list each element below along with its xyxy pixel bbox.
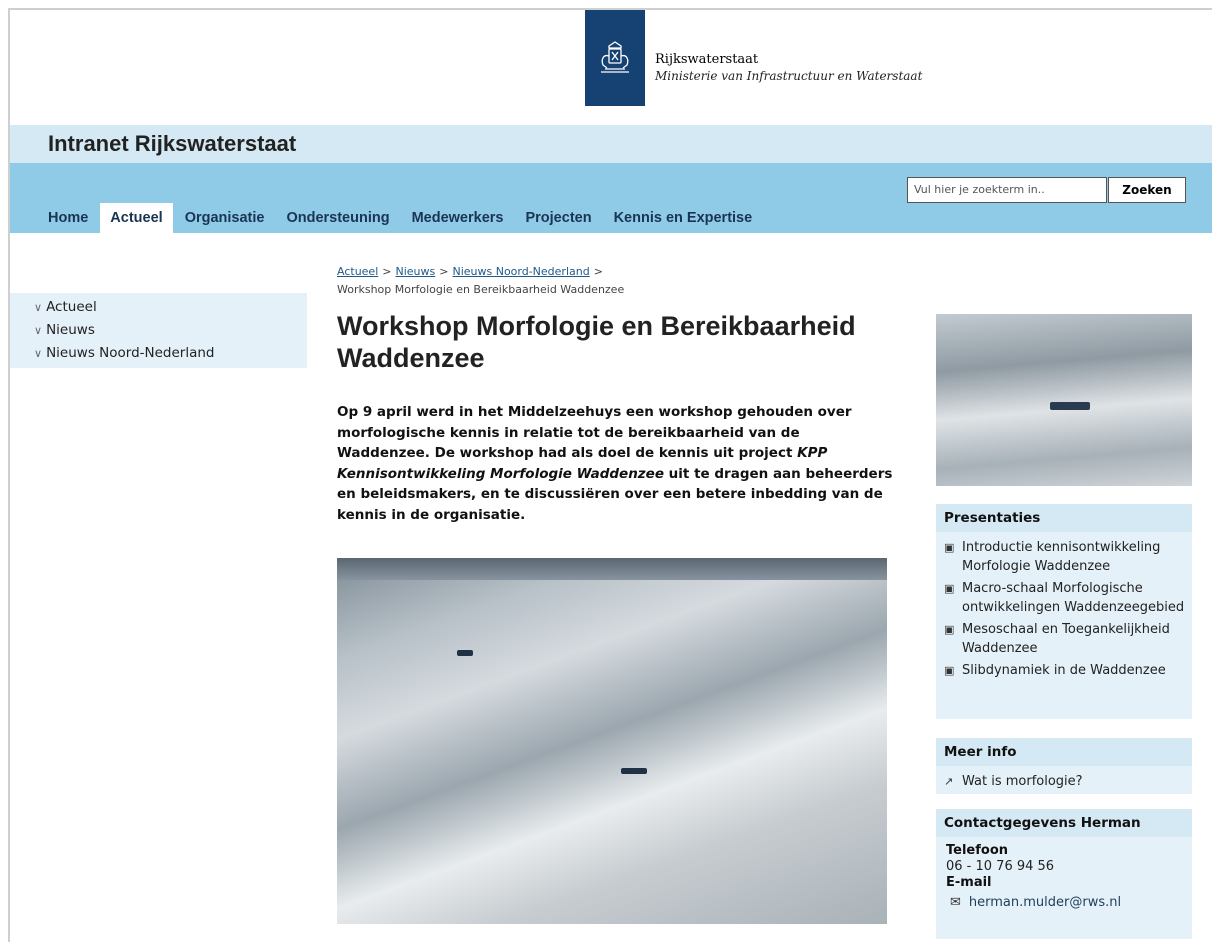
org-name: Rijkswaterstaat	[655, 52, 759, 67]
breadcrumb-link-nieuws-noord-nederland[interactable]: Nieuws Noord-Nederland	[452, 265, 589, 278]
phone-label: Telefoon	[946, 843, 1009, 858]
ship-shape	[457, 650, 473, 656]
nav-items: Home Actueel Organisatie Ondersteuning M…	[38, 203, 764, 233]
sidebar-item-label: Nieuws	[46, 322, 95, 338]
contact-box: Contactgegevens Herman Telefoon 06 - 10 …	[936, 809, 1192, 939]
shoreline-shape	[337, 558, 887, 580]
external-link-label: Wat is morfologie?	[962, 774, 1083, 789]
nav-item-organisatie[interactable]: Organisatie	[175, 203, 275, 233]
nav-item-medewerkers[interactable]: Medewerkers	[402, 203, 514, 233]
chevron-down-icon: ∨	[34, 347, 43, 360]
contact-title: Contactgegevens Herman	[936, 809, 1192, 837]
ppt-file-icon: ▣	[944, 623, 955, 636]
site-header: Rijkswaterstaat Ministerie van Infrastru…	[10, 10, 1212, 125]
presentaties-box: Presentaties ▣ Introductie kennisontwikke…	[936, 504, 1192, 719]
presentation-link[interactable]: ▣ Slibdynamiek in de Waddenzee	[944, 661, 1188, 680]
breadcrumb-separator-icon: >	[439, 265, 449, 278]
presentation-link[interactable]: ▣ Macro-schaal Morfologische ontwikkeling…	[944, 579, 1188, 617]
presentaties-title: Presentaties	[936, 504, 1192, 532]
envelope-icon: ✉	[950, 895, 961, 910]
royal-crest-icon	[601, 41, 629, 73]
page-title: Workshop Morfologie en Bereikbaarheid Wa…	[337, 311, 856, 373]
sidebar-item-label: Nieuws Noord-Nederland	[46, 345, 215, 361]
sidebar-item-actueel[interactable]: ∨ Actueel	[34, 296, 307, 319]
nav-item-projecten[interactable]: Projecten	[515, 203, 601, 233]
page-frame: Rijkswaterstaat Ministerie van Infrastru…	[8, 8, 1212, 942]
presentation-link[interactable]: ▣ Introductie kennisontwikkeling Morfolog…	[944, 538, 1188, 576]
nav-item-actueel[interactable]: Actueel	[100, 203, 173, 233]
breadcrumb-separator-icon: >	[593, 265, 603, 278]
chevron-down-icon: ∨	[34, 324, 43, 337]
main-aerial-photo	[337, 558, 887, 924]
nav-item-kennis-en-expertise[interactable]: Kennis en Expertise	[604, 203, 763, 233]
presentation-link[interactable]: ▣ Mesoschaal en Toegankelijkheid Waddenze…	[944, 620, 1188, 658]
external-link[interactable]: ↗ Wat is morfologie?	[944, 772, 1188, 791]
ppt-file-icon: ▣	[944, 664, 955, 677]
site-title[interactable]: Intranet Rijkswaterstaat	[48, 131, 296, 157]
presentation-label: Introductie kennisontwikkeling Morfologi…	[962, 540, 1161, 574]
meer-info-title: Meer info	[936, 738, 1192, 766]
ppt-file-icon: ▣	[944, 541, 955, 554]
email-link[interactable]: ✉ herman.mulder@rws.nl	[946, 895, 1182, 911]
logo-text: Rijkswaterstaat Ministerie van Infrastru…	[655, 52, 922, 84]
nav-item-ondersteuning[interactable]: Ondersteuning	[276, 203, 399, 233]
ship-shape	[621, 768, 647, 774]
logo[interactable]	[585, 10, 645, 106]
presentation-label: Macro-schaal Morfologische ontwikkelinge…	[962, 581, 1185, 615]
article-intro: Op 9 april werd in het Middelzeehuys een…	[337, 402, 897, 525]
sidebar-item-nieuws-noord-nederland[interactable]: ∨ Nieuws Noord-Nederland	[34, 342, 307, 365]
main-nav: Vul hier je zoekterm in.. Zoeken Home Ac…	[10, 163, 1212, 233]
presentation-label: Mesoschaal en Toegankelijkheid Waddenzee	[962, 622, 1170, 656]
ppt-file-icon: ▣	[944, 582, 955, 595]
breadcrumb-link-actueel[interactable]: Actueel	[337, 265, 378, 278]
left-sidebar-nav: ∨ Actueel ∨ Nieuws ∨ Nieuws Noord-Nederland	[10, 293, 307, 368]
site-title-bar: Intranet Rijkswaterstaat	[10, 125, 1212, 163]
intro-text-1: Op 9 april werd in het Middelzeehuys een…	[337, 404, 852, 461]
search-input[interactable]: Vul hier je zoekterm in..	[907, 177, 1107, 203]
external-link-icon: ↗	[944, 775, 954, 788]
side-aerial-photo	[936, 314, 1192, 486]
meer-info-list: ↗ Wat is morfologie?	[936, 766, 1192, 800]
breadcrumb: Actueel > Nieuws > Nieuws Noord-Nederland > W…	[337, 263, 877, 299]
presentaties-list: ▣ Introductie kennisontwikkeling Morfolog…	[936, 532, 1192, 689]
sidebar-item-nieuws[interactable]: ∨ Nieuws	[34, 319, 307, 342]
nav-item-home[interactable]: Home	[38, 203, 98, 233]
meer-info-box: Meer info ↗ Wat is morfologie?	[936, 738, 1192, 794]
phone-number: 06 - 10 76 94 56	[946, 859, 1055, 874]
chevron-down-icon: ∨	[34, 301, 43, 314]
breadcrumb-separator-icon: >	[382, 265, 392, 278]
breadcrumb-link-nieuws[interactable]: Nieuws	[395, 265, 435, 278]
sidebar-item-label: Actueel	[46, 299, 97, 315]
search-button[interactable]: Zoeken	[1108, 177, 1186, 203]
breadcrumb-current: Workshop Morfologie en Bereikbaarheid Wa…	[337, 283, 625, 296]
presentation-label: Slibdynamiek in de Waddenzee	[962, 663, 1166, 678]
email-address: herman.mulder@rws.nl	[968, 895, 1122, 910]
email-label: E-mail	[946, 875, 992, 890]
contact-details: Telefoon 06 - 10 76 94 56 E-mail ✉ herman…	[936, 837, 1192, 917]
ministry-name: Ministerie van Infrastructuur en Waterst…	[655, 69, 923, 83]
ship-shape	[1050, 402, 1090, 410]
